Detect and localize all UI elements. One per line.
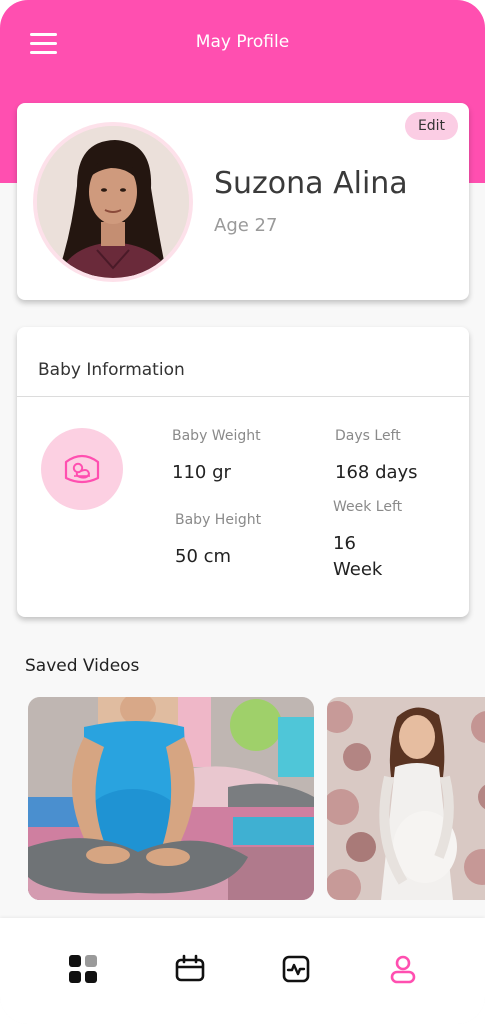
baby-information-card: Baby Information Baby Weight 110 gr Baby… — [17, 327, 469, 617]
days-left-value: 168 days — [335, 462, 418, 483]
bottom-navigation — [0, 918, 485, 1024]
video-thumbnail-pregnant-woman[interactable] — [327, 697, 485, 900]
baby-information-title: Baby Information — [38, 360, 185, 380]
edit-button[interactable]: Edit — [405, 112, 458, 140]
profile-user-icon[interactable] — [388, 954, 418, 984]
profile-card: Edit Suzona Alina Age 27 — [17, 103, 469, 300]
phone-screen: May Profile Edit Suzona Alina Age 27 Bab… — [0, 0, 485, 1024]
week-left-value-number: 16 — [333, 533, 356, 554]
baby-height-value: 50 cm — [175, 546, 232, 567]
baby-weight-value: 110 gr — [172, 462, 231, 483]
calendar-icon[interactable] — [175, 954, 205, 984]
days-left-label: Days Left — [335, 428, 401, 444]
avatar — [37, 126, 189, 278]
baby-weight-label: Baby Weight — [172, 428, 261, 444]
saved-videos-title: Saved Videos — [25, 656, 140, 676]
week-left-value-unit: Week — [333, 559, 383, 580]
week-left-label: Week Left — [333, 499, 403, 515]
divider — [17, 396, 469, 397]
avatar-ring — [33, 122, 193, 282]
baby-height-label: Baby Height — [175, 512, 262, 528]
video-thumbnail-prenatal-yoga[interactable] — [28, 697, 314, 900]
profile-age: Age 27 — [214, 215, 278, 236]
profile-name: Suzona Alina — [214, 166, 408, 201]
ultrasound-baby-icon — [41, 428, 123, 510]
dashboard-grid-icon[interactable] — [68, 954, 98, 984]
page-title: May Profile — [195, 32, 290, 52]
activity-icon[interactable] — [281, 954, 311, 984]
